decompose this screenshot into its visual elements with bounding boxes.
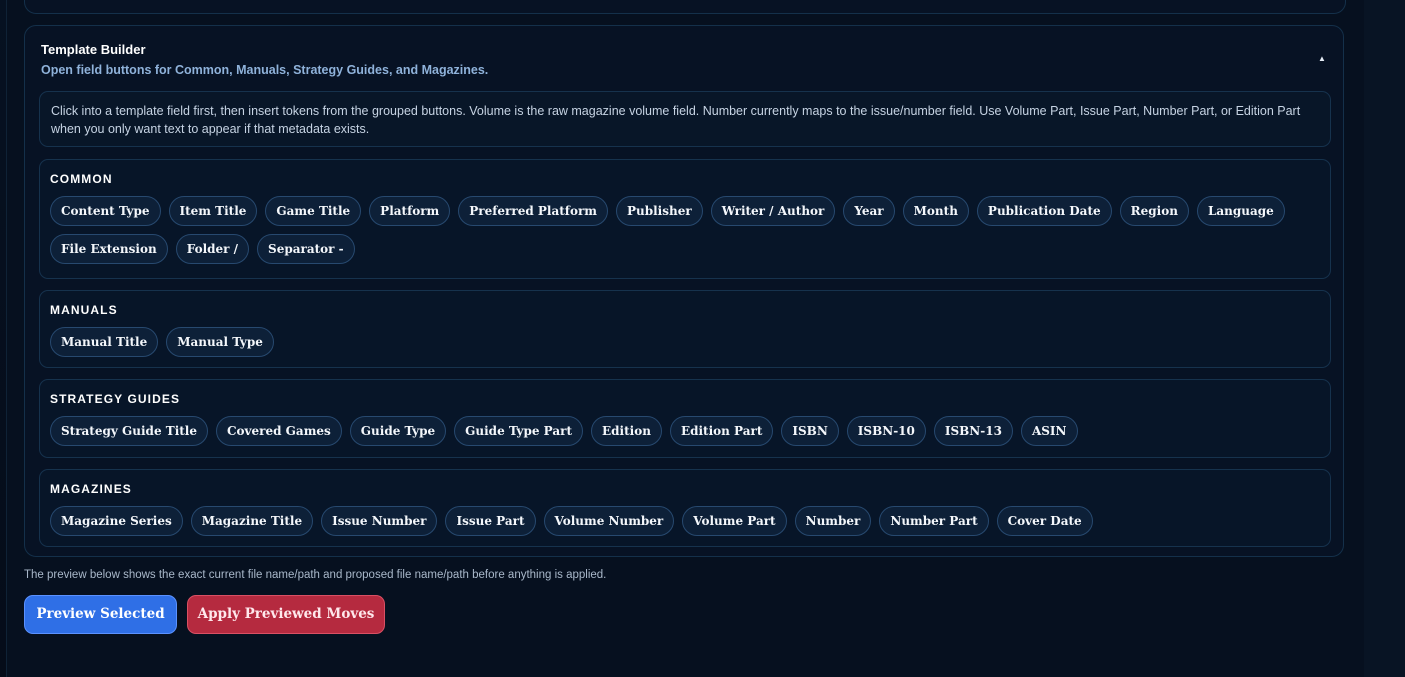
token-button[interactable]: Manual Type (166, 327, 274, 357)
group-title: MAGAZINES (50, 482, 132, 496)
token-button[interactable]: Year (843, 196, 895, 226)
token-button[interactable]: Number Part (879, 506, 989, 536)
token-button[interactable]: Guide Type (349, 416, 447, 446)
template-builder-panel: Template Builder Open field buttons for … (24, 25, 1344, 557)
token-button[interactable]: Strategy Guide Title (50, 416, 208, 446)
token-list: Content Type Item Title Game Title Platf… (50, 196, 1320, 264)
token-button[interactable]: Volume Part (682, 506, 787, 536)
token-button[interactable]: Month (902, 196, 969, 226)
group-strategy-guides: STRATEGY GUIDES Strategy Guide Title Cov… (39, 379, 1331, 458)
token-button[interactable]: Folder / (175, 234, 250, 264)
token-button[interactable]: Magazine Title (190, 506, 314, 536)
token-list: Magazine Series Magazine Title Issue Num… (50, 506, 1320, 536)
right-scroll-strip (1364, 0, 1405, 677)
token-button[interactable]: Issue Part (445, 506, 536, 536)
token-button[interactable]: Cover Date (996, 506, 1093, 536)
token-button[interactable]: Game Title (265, 196, 362, 226)
token-list: Strategy Guide Title Covered Games Guide… (50, 416, 1320, 446)
token-button[interactable]: Language (1196, 196, 1285, 226)
previous-card (24, 0, 1346, 14)
template-builder-title: Template Builder (41, 42, 146, 57)
token-button[interactable]: ASIN (1020, 416, 1078, 446)
page: Template Builder Open field buttons for … (0, 0, 1405, 677)
template-builder-subtitle: Open field buttons for Common, Manuals, … (41, 63, 489, 77)
token-button[interactable]: ISBN-13 (933, 416, 1013, 446)
token-button[interactable]: Magazine Series (50, 506, 183, 536)
token-button[interactable]: Content Type (50, 196, 161, 226)
preview-selected-button[interactable]: Preview Selected (24, 595, 177, 634)
help-text: Click into a template field first, then … (39, 91, 1331, 147)
token-button[interactable]: Region (1119, 196, 1189, 226)
token-button[interactable]: Edition Part (669, 416, 774, 446)
group-title: STRATEGY GUIDES (50, 392, 181, 406)
group-magazines: MAGAZINES Magazine Series Magazine Title… (39, 469, 1331, 547)
token-button[interactable]: Publication Date (976, 196, 1112, 226)
token-button[interactable]: Volume Number (543, 506, 675, 536)
token-button[interactable]: Manual Title (50, 327, 159, 357)
token-button[interactable]: ISBN-10 (846, 416, 926, 446)
token-list: Manual Title Manual Type (50, 327, 1320, 357)
group-title: MANUALS (50, 303, 118, 317)
preview-note: The preview below shows the exact curren… (24, 569, 607, 581)
token-button[interactable]: ISBN (781, 416, 839, 446)
token-button[interactable]: Separator - (257, 234, 355, 264)
token-button[interactable]: Number (794, 506, 872, 536)
token-button[interactable]: Issue Number (321, 506, 438, 536)
token-button[interactable]: Platform (369, 196, 451, 226)
token-button[interactable]: Writer / Author (710, 196, 836, 226)
group-manuals: MANUALS Manual Title Manual Type (39, 290, 1331, 368)
group-title: COMMON (50, 172, 113, 186)
token-button[interactable]: Preferred Platform (458, 196, 608, 226)
token-button[interactable]: Covered Games (215, 416, 342, 446)
token-button[interactable]: Edition (591, 416, 662, 446)
token-button[interactable]: File Extension (50, 234, 168, 264)
token-button[interactable]: Publisher (615, 196, 703, 226)
token-button[interactable]: Guide Type Part (454, 416, 584, 446)
apply-previewed-moves-button[interactable]: Apply Previewed Moves (187, 595, 385, 634)
token-button[interactable]: Item Title (168, 196, 258, 226)
collapse-caret-icon[interactable]: ▲ (1315, 52, 1329, 66)
group-common: COMMON Content Type Item Title Game Titl… (39, 159, 1331, 279)
